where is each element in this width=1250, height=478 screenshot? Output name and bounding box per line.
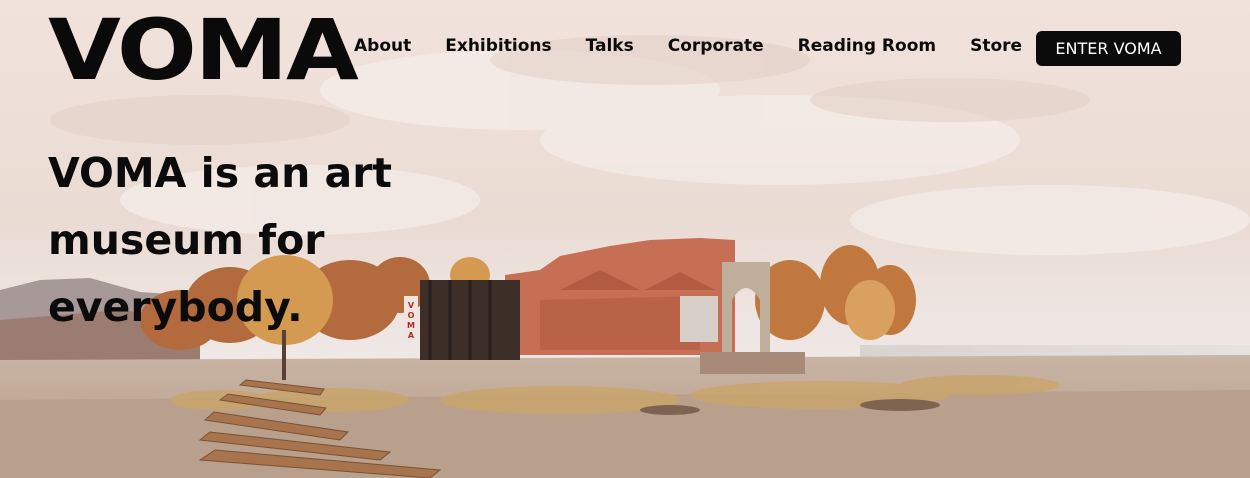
nav-about[interactable]: About [354,36,411,56]
enter-voma-button[interactable]: ENTER VOMA [1036,31,1181,66]
hero-headline: VOMA is an art museum for everybody. [48,149,393,331]
nav-talks[interactable]: Talks [586,36,634,56]
nav-store[interactable]: Store [970,36,1022,56]
voma-logo[interactable]: VOMA [48,8,359,92]
main-nav: About Exhibitions Talks Corporate Readin… [354,36,1056,56]
nav-exhibitions[interactable]: Exhibitions [445,36,551,56]
nav-corporate[interactable]: Corporate [668,36,764,56]
nav-reading-room[interactable]: Reading Room [798,36,936,56]
hero-section: V O M A VOMA About Exhibitions Talks Cor… [0,0,1250,478]
